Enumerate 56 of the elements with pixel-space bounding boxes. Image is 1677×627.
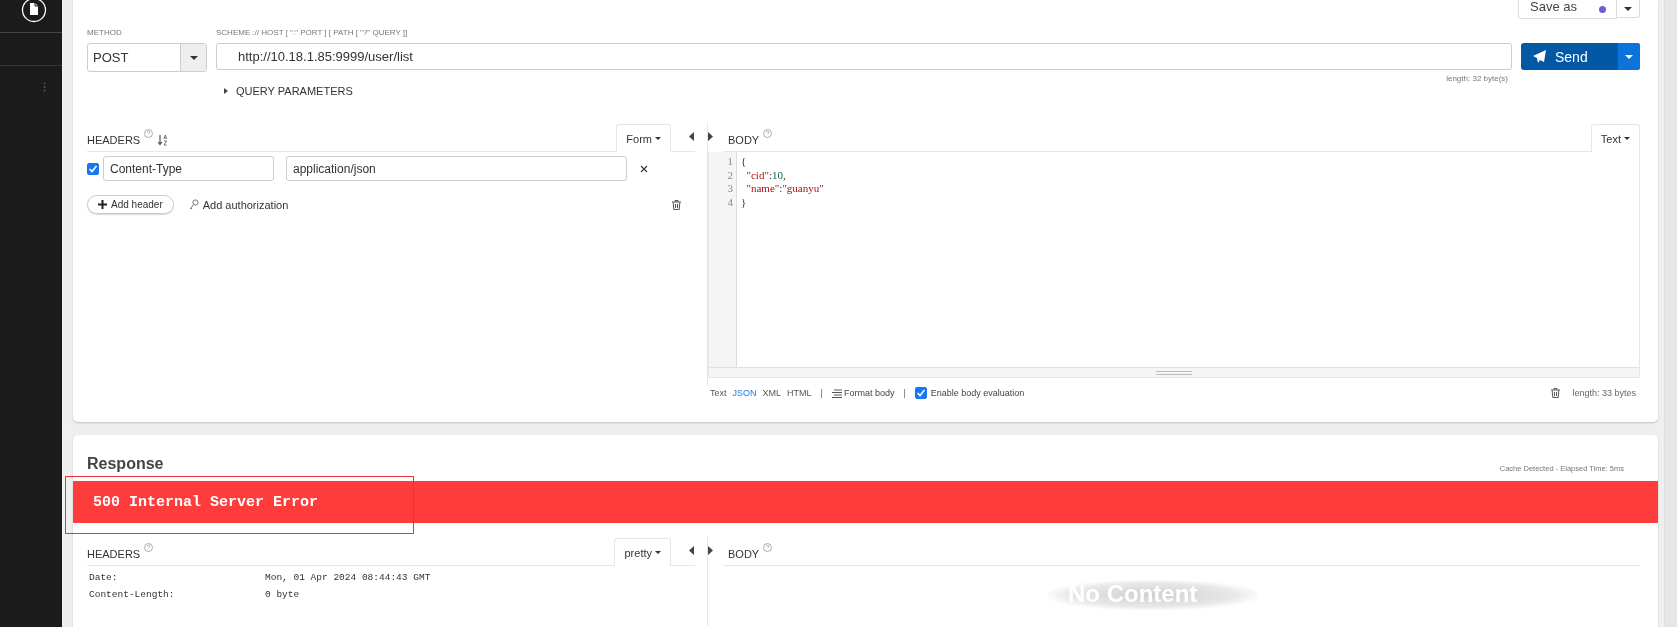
format-body-button[interactable]: Format body bbox=[831, 388, 895, 398]
add-authorization-link[interactable]: Add authorization bbox=[188, 198, 289, 211]
code-line: } bbox=[741, 195, 748, 209]
url-field[interactable]: http://10.18.1.85:9999/user/list bbox=[216, 43, 1512, 70]
headers-title: HEADERS bbox=[87, 134, 141, 148]
body-title: BODY bbox=[728, 134, 760, 148]
collapse-left-icon[interactable] bbox=[689, 546, 695, 555]
header-value-field[interactable]: application/json bbox=[286, 156, 627, 181]
code-line: "name":"guanyu" bbox=[745, 182, 824, 196]
method-label: METHOD bbox=[87, 28, 123, 38]
trash-icon[interactable] bbox=[1551, 388, 1561, 398]
line-number: 1 bbox=[727, 155, 733, 169]
send-button[interactable]: Send bbox=[1521, 43, 1640, 70]
format-link[interactable]: HTML bbox=[787, 388, 812, 398]
format-link[interactable]: JSON bbox=[732, 388, 757, 398]
collapse-left-icon[interactable] bbox=[689, 132, 695, 141]
code-line: "cid":10, bbox=[745, 168, 787, 182]
resize-handle[interactable] bbox=[709, 367, 1639, 377]
plus-icon bbox=[98, 200, 107, 209]
header-name: Content-Length: bbox=[88, 589, 176, 600]
header-checkbox[interactable] bbox=[87, 162, 99, 175]
header-value: Mon, 01 Apr 2024 08:44:43 GMT bbox=[265, 572, 431, 583]
code-line: { bbox=[741, 155, 748, 169]
header-name-field[interactable]: Content-Type bbox=[103, 156, 274, 181]
url-label: SCHEME :// HOST [ ":" PORT ] [ PATH [ "?" QUERY ]] bbox=[216, 28, 409, 38]
status-text: 500 Internal Server Error bbox=[93, 493, 319, 511]
save-as-button[interactable]: Save as bbox=[1518, 0, 1617, 19]
header-value: 0 byte bbox=[265, 589, 300, 600]
response-title: Response bbox=[87, 455, 164, 473]
trash-icon[interactable] bbox=[672, 199, 681, 210]
body-mode-dropdown[interactable]: Text bbox=[1590, 124, 1640, 152]
header-name: Date: bbox=[88, 572, 119, 583]
format-link[interactable]: XML bbox=[762, 388, 782, 398]
save-menu-button[interactable] bbox=[1617, 0, 1640, 18]
line-number: 4 bbox=[727, 195, 733, 209]
body-length: length: 33 bytes bbox=[1572, 388, 1636, 398]
align-icon bbox=[831, 388, 842, 398]
evaluation-checkbox[interactable] bbox=[914, 387, 927, 399]
key-icon bbox=[188, 198, 199, 211]
method-select[interactable]: POST bbox=[87, 43, 207, 72]
line-number: 3 bbox=[727, 182, 733, 196]
headers-view-dropdown[interactable]: pretty bbox=[614, 538, 671, 566]
evaluation-label: Enable body evaluation bbox=[930, 388, 1025, 398]
send-icon bbox=[1533, 50, 1547, 63]
code-editor[interactable]: 1 2 3 4 { "cid":10, "name":"guanyu" } bbox=[708, 152, 1640, 378]
close-icon[interactable] bbox=[640, 164, 648, 173]
format-link[interactable]: Text bbox=[710, 388, 727, 398]
headers-mode-dropdown[interactable]: Form bbox=[616, 124, 671, 152]
separator: | bbox=[903, 388, 906, 398]
separator: | bbox=[820, 388, 823, 398]
headers-title: HEADERS bbox=[87, 548, 141, 562]
query-parameters-toggle[interactable]: QUERY PARAMETERS bbox=[224, 85, 353, 97]
line-number: 2 bbox=[727, 168, 733, 182]
expand-right-icon[interactable] bbox=[708, 546, 714, 555]
url-length: length: 32 byte(s) bbox=[1446, 74, 1508, 83]
body-title: BODY bbox=[728, 548, 760, 562]
